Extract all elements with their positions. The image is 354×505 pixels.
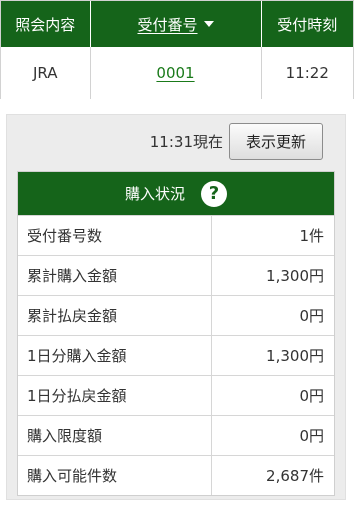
table-row: 累計購入金額 1,300円 (18, 255, 334, 295)
purchase-status-rows: 受付番号数 1件 累計購入金額 1,300円 累計払戻金額 0円 1日分購入金額 1,300円… (18, 215, 334, 495)
header-content-label: 照会内容 (15, 15, 76, 34)
table-row: 1日分払戻金額 0円 (18, 375, 334, 415)
status-label: 受付番号数 (18, 216, 212, 255)
as-of-time: 11:31現在 (149, 133, 223, 151)
status-label: 累計購入金額 (18, 256, 212, 295)
cell-receipt-time-value: 11:22 (285, 64, 329, 82)
status-value: 2,687件 (266, 467, 324, 485)
status-value: 1,300円 (266, 347, 324, 365)
header-receipt-time-label: 受付時刻 (277, 15, 338, 34)
table-row: 購入可能件数 2,687件 (18, 455, 334, 495)
status-value: 0円 (299, 387, 324, 405)
help-icon[interactable]: ? (201, 180, 227, 207)
status-label: 1日分購入金額 (18, 336, 212, 375)
status-value: 0円 (299, 427, 324, 445)
status-label: 購入限度額 (18, 416, 212, 455)
cell-content-value: JRA (33, 64, 58, 82)
table-row: 受付番号数 1件 (18, 215, 334, 255)
status-label: 累計払戻金額 (18, 296, 212, 335)
status-value: 0円 (299, 307, 324, 325)
header-receipt-time: 受付時刻 (262, 1, 353, 47)
table-row: 1日分購入金額 1,300円 (18, 335, 334, 375)
table-row: JRA 0001 11:22 (1, 47, 353, 99)
refresh-button[interactable]: 表示更新 (229, 123, 323, 160)
purchase-status-panel: 11:31現在 表示更新 購入状況 ? 受付番号数 1件 累計購入金額 1,300円累… (6, 114, 346, 500)
header-content: 照会内容 (1, 1, 91, 47)
cell-receipt-number: 0001 (91, 47, 262, 99)
cell-content: JRA (1, 47, 91, 99)
status-label: 購入可能件数 (18, 456, 212, 495)
purchase-status-title: 購入状況 (124, 185, 185, 203)
header-receipt-number-label[interactable]: 受付番号 (138, 14, 198, 35)
purchase-status-table: 購入状況 ? 受付番号数 1件 累計購入金額 1,300円 累計払戻金額 0円 1日分購入金… (17, 171, 335, 496)
status-value: 1件 (299, 227, 324, 245)
sort-desc-icon[interactable] (203, 21, 214, 27)
table-row: 購入限度額 0円 (18, 415, 334, 455)
status-label: 1日分払戻金額 (18, 376, 212, 415)
table-row: 累計払戻金額 0円 (18, 295, 334, 335)
inquiry-table: 照会内容 受付番号 受付時刻 JRA 0001 11:22 (0, 0, 354, 99)
header-receipt-number-sort[interactable]: 受付番号 (91, 1, 262, 47)
status-value: 1,300円 (266, 267, 324, 285)
purchase-status-header: 購入状況 ? (18, 172, 334, 215)
receipt-number-link[interactable]: 0001 (156, 64, 194, 82)
cell-receipt-time: 11:22 (262, 47, 353, 99)
refresh-bar: 11:31現在 表示更新 (7, 115, 345, 171)
inquiry-table-header: 照会内容 受付番号 受付時刻 (1, 1, 353, 47)
